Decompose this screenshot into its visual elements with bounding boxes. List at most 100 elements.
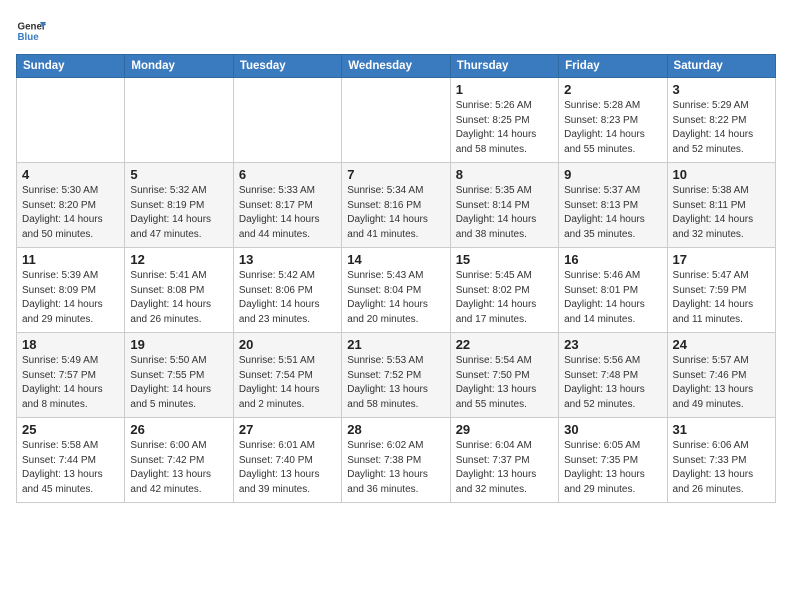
calendar-cell: 17 Sunrise: 5:47 AM Sunset: 7:59 PM Dayli…: [667, 248, 775, 333]
day-number: 10: [673, 167, 770, 182]
calendar-cell: 20 Sunrise: 5:51 AM Sunset: 7:54 PM Dayli…: [233, 333, 341, 418]
calendar-cell: 25 Sunrise: 5:58 AM Sunset: 7:44 PM Dayli…: [17, 418, 125, 503]
calendar-cell: 15Sunrise: 5:45 AM Sunset: 8:02 PM Dayli…: [450, 248, 558, 333]
day-number: 30: [564, 422, 661, 437]
page-header: General Blue: [16, 16, 776, 46]
weekday-header-thursday: Thursday: [450, 55, 558, 78]
day-info: Sunrise: 5:50 AM Sunset: 7:55 PM Dayligh…: [130, 354, 227, 412]
calendar-cell: 21 Sunrise: 5:53 AM Sunset: 7:52 PM Dayli…: [342, 333, 450, 418]
calendar-cell: 4Sunrise: 5:30 AM Sunset: 8:20 PM Daylig…: [17, 163, 125, 248]
day-number: 20: [239, 337, 336, 352]
logo-icon: General Blue: [16, 16, 46, 46]
calendar-cell: 28 Sunrise: 6:02 AM Sunset: 7:38 PM Dayli…: [342, 418, 450, 503]
day-info: Sunrise: 5:42 AM Sunset: 8:06 PM Dayligh…: [239, 269, 336, 327]
day-number: 4: [22, 167, 119, 182]
calendar-cell: [233, 78, 341, 163]
logo: General Blue: [16, 16, 46, 46]
calendar-cell: [17, 78, 125, 163]
day-info: Sunrise: 5:39 AM Sunset: 8:09 PM Dayligh…: [22, 269, 119, 327]
day-number: 22: [456, 337, 553, 352]
calendar-cell: 18Sunrise: 5:49 AM Sunset: 7:57 PM Dayli…: [17, 333, 125, 418]
day-number: 15: [456, 252, 553, 267]
day-number: 8: [456, 167, 553, 182]
calendar-cell: [125, 78, 233, 163]
day-number: 17: [673, 252, 770, 267]
day-number: 23: [564, 337, 661, 352]
weekday-header-monday: Monday: [125, 55, 233, 78]
day-info: Sunrise: 5:29 AM Sunset: 8:22 PM Dayligh…: [673, 99, 770, 157]
calendar-cell: 10Sunrise: 5:38 AM Sunset: 8:11 PM Dayli…: [667, 163, 775, 248]
day-info: Sunrise: 5:53 AM Sunset: 7:52 PM Dayligh…: [347, 354, 444, 412]
day-number: 11: [22, 252, 119, 267]
calendar-cell: 16 Sunrise: 5:46 AM Sunset: 8:01 PM Dayli…: [559, 248, 667, 333]
svg-text:Blue: Blue: [18, 32, 40, 43]
day-number: 29: [456, 422, 553, 437]
day-info: Sunrise: 6:02 AM Sunset: 7:38 PM Dayligh…: [347, 439, 444, 497]
weekday-header-wednesday: Wednesday: [342, 55, 450, 78]
day-number: 7: [347, 167, 444, 182]
calendar-cell: 27 Sunrise: 6:01 AM Sunset: 7:40 PM Dayli…: [233, 418, 341, 503]
day-number: 13: [239, 252, 336, 267]
day-info: Sunrise: 5:54 AM Sunset: 7:50 PM Dayligh…: [456, 354, 553, 412]
day-number: 18: [22, 337, 119, 352]
calendar-cell: 11 Sunrise: 5:39 AM Sunset: 8:09 PM Dayli…: [17, 248, 125, 333]
day-number: 3: [673, 82, 770, 97]
calendar-cell: 2Sunrise: 5:28 AM Sunset: 8:23 PM Daylig…: [559, 78, 667, 163]
day-info: Sunrise: 6:04 AM Sunset: 7:37 PM Dayligh…: [456, 439, 553, 497]
calendar-cell: 23 Sunrise: 5:56 AM Sunset: 7:48 PM Dayli…: [559, 333, 667, 418]
calendar-cell: 24 Sunrise: 5:57 AM Sunset: 7:46 PM Dayli…: [667, 333, 775, 418]
calendar-cell: 3 Sunrise: 5:29 AM Sunset: 8:22 PM Daylig…: [667, 78, 775, 163]
weekday-header-friday: Friday: [559, 55, 667, 78]
calendar-cell: 26 Sunrise: 6:00 AM Sunset: 7:42 PM Dayli…: [125, 418, 233, 503]
day-number: 27: [239, 422, 336, 437]
day-info: Sunrise: 6:01 AM Sunset: 7:40 PM Dayligh…: [239, 439, 336, 497]
day-number: 26: [130, 422, 227, 437]
calendar-cell: 9 Sunrise: 5:37 AM Sunset: 8:13 PM Daylig…: [559, 163, 667, 248]
day-info: Sunrise: 5:46 AM Sunset: 8:01 PM Dayligh…: [564, 269, 661, 327]
day-info: Sunrise: 5:47 AM Sunset: 7:59 PM Dayligh…: [673, 269, 770, 327]
day-number: 28: [347, 422, 444, 437]
day-info: Sunrise: 6:00 AM Sunset: 7:42 PM Dayligh…: [130, 439, 227, 497]
calendar-table: SundayMondayTuesdayWednesdayThursdayFrid…: [16, 54, 776, 503]
day-info: Sunrise: 5:51 AM Sunset: 7:54 PM Dayligh…: [239, 354, 336, 412]
day-info: Sunrise: 5:56 AM Sunset: 7:48 PM Dayligh…: [564, 354, 661, 412]
day-number: 6: [239, 167, 336, 182]
day-info: Sunrise: 6:05 AM Sunset: 7:35 PM Dayligh…: [564, 439, 661, 497]
weekday-header-saturday: Saturday: [667, 55, 775, 78]
day-info: Sunrise: 5:37 AM Sunset: 8:13 PM Dayligh…: [564, 184, 661, 242]
day-number: 12: [130, 252, 227, 267]
day-number: 31: [673, 422, 770, 437]
day-number: 9: [564, 167, 661, 182]
weekday-header-tuesday: Tuesday: [233, 55, 341, 78]
calendar-cell: 14Sunrise: 5:43 AM Sunset: 8:04 PM Dayli…: [342, 248, 450, 333]
day-number: 21: [347, 337, 444, 352]
day-info: Sunrise: 5:34 AM Sunset: 8:16 PM Dayligh…: [347, 184, 444, 242]
calendar-cell: [342, 78, 450, 163]
day-info: Sunrise: 5:26 AM Sunset: 8:25 PM Dayligh…: [456, 99, 553, 157]
day-number: 16: [564, 252, 661, 267]
day-number: 5: [130, 167, 227, 182]
day-number: 19: [130, 337, 227, 352]
calendar-cell: 29 Sunrise: 6:04 AM Sunset: 7:37 PM Dayli…: [450, 418, 558, 503]
day-number: 1: [456, 82, 553, 97]
day-number: 14: [347, 252, 444, 267]
calendar-cell: 30 Sunrise: 6:05 AM Sunset: 7:35 PM Dayli…: [559, 418, 667, 503]
calendar-cell: 8 Sunrise: 5:35 AM Sunset: 8:14 PM Daylig…: [450, 163, 558, 248]
day-info: Sunrise: 5:35 AM Sunset: 8:14 PM Dayligh…: [456, 184, 553, 242]
day-info: Sunrise: 5:58 AM Sunset: 7:44 PM Dayligh…: [22, 439, 119, 497]
calendar-cell: 31 Sunrise: 6:06 AM Sunset: 7:33 PM Dayli…: [667, 418, 775, 503]
calendar-cell: 12Sunrise: 5:41 AM Sunset: 8:08 PM Dayli…: [125, 248, 233, 333]
day-info: Sunrise: 6:06 AM Sunset: 7:33 PM Dayligh…: [673, 439, 770, 497]
calendar-cell: 5 Sunrise: 5:32 AM Sunset: 8:19 PM Daylig…: [125, 163, 233, 248]
day-info: Sunrise: 5:57 AM Sunset: 7:46 PM Dayligh…: [673, 354, 770, 412]
day-info: Sunrise: 5:32 AM Sunset: 8:19 PM Dayligh…: [130, 184, 227, 242]
calendar-cell: 22 Sunrise: 5:54 AM Sunset: 7:50 PM Dayli…: [450, 333, 558, 418]
day-number: 25: [22, 422, 119, 437]
weekday-header-sunday: Sunday: [17, 55, 125, 78]
calendar-cell: 7 Sunrise: 5:34 AM Sunset: 8:16 PM Daylig…: [342, 163, 450, 248]
calendar-cell: 6 Sunrise: 5:33 AM Sunset: 8:17 PM Daylig…: [233, 163, 341, 248]
day-info: Sunrise: 5:28 AM Sunset: 8:23 PM Dayligh…: [564, 99, 661, 157]
calendar-cell: 13 Sunrise: 5:42 AM Sunset: 8:06 PM Dayli…: [233, 248, 341, 333]
day-info: Sunrise: 5:33 AM Sunset: 8:17 PM Dayligh…: [239, 184, 336, 242]
day-number: 24: [673, 337, 770, 352]
